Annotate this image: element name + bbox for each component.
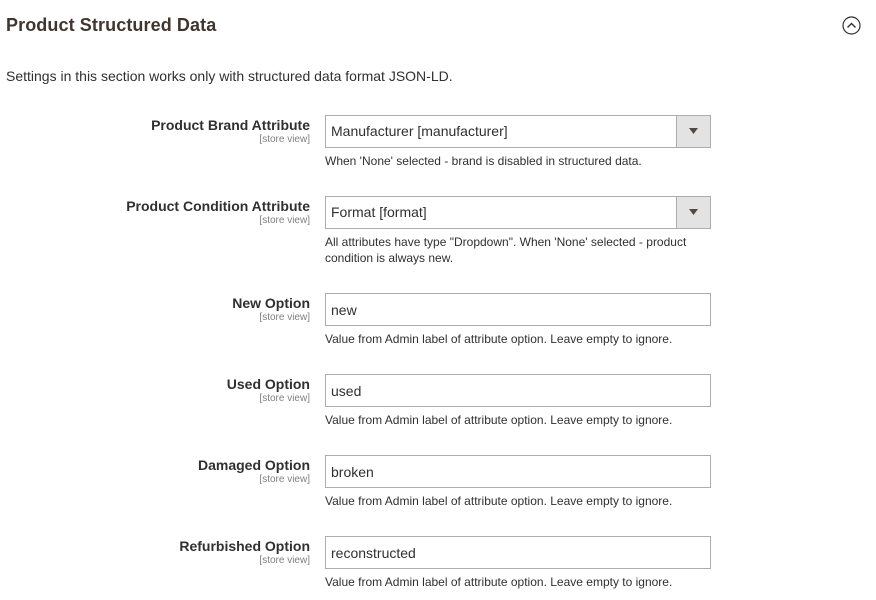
used-option-label: Used Option xyxy=(226,376,310,392)
damaged-option-field-label: Damaged Option [store view] xyxy=(198,457,310,486)
config-page: Product Structured Data Settings in this… xyxy=(0,0,876,600)
condition-note-line1: All attributes have type "Dropdown". Whe… xyxy=(325,235,687,249)
used-option-note: Value from Admin label of attribute opti… xyxy=(325,413,673,427)
refurbished-option-field-label: Refurbished Option [store view] xyxy=(179,538,310,567)
section-title: Product Structured Data xyxy=(6,15,217,35)
new-option-field-label: New Option [store view] xyxy=(232,295,310,324)
condition-note-line2: condition is always new. xyxy=(325,251,454,265)
brand-scope: [store view] xyxy=(259,134,310,145)
brand-select-toggle[interactable] xyxy=(676,116,710,147)
brand-note: When 'None' selected - brand is disabled… xyxy=(325,154,642,168)
refurbished-option-note: Value from Admin label of attribute opti… xyxy=(325,575,673,589)
condition-select-toggle[interactable] xyxy=(676,197,710,228)
section-note: Settings in this section works only with… xyxy=(6,68,453,84)
new-option-note: Value from Admin label of attribute opti… xyxy=(325,332,673,346)
new-option-label: New Option xyxy=(232,295,310,311)
condition-select-value: Format [format] xyxy=(331,204,427,220)
damaged-option-note: Value from Admin label of attribute opti… xyxy=(325,494,673,508)
damaged-option-label: Damaged Option xyxy=(197,457,310,473)
condition-scope: [store view] xyxy=(259,215,310,226)
brand-label: Product Brand Attribute xyxy=(151,117,310,133)
section-header[interactable]: Product Structured Data xyxy=(6,12,866,40)
refurbished-option-input[interactable] xyxy=(325,536,711,569)
new-option-scope: [store view] xyxy=(259,312,310,323)
triangle-down-icon xyxy=(689,209,698,215)
used-option-field-label: Used Option [store view] xyxy=(227,376,310,405)
brand-select-value: Manufacturer [manufacturer] xyxy=(331,123,508,139)
used-option-input[interactable] xyxy=(325,374,711,407)
used-option-scope: [store view] xyxy=(259,393,310,404)
condition-note: All attributes have type "Dropdown". Whe… xyxy=(325,234,720,266)
condition-attribute-select[interactable]: Format [format] xyxy=(325,196,711,229)
triangle-down-icon xyxy=(689,128,698,134)
condition-label: Product Condition Attribute xyxy=(126,198,310,214)
damaged-option-scope: [store view] xyxy=(259,474,310,485)
chevron-up-circle-icon[interactable] xyxy=(842,16,861,35)
brand-attribute-select[interactable]: Manufacturer [manufacturer] xyxy=(325,115,711,148)
new-option-input[interactable] xyxy=(325,293,711,326)
condition-field-label: Product Condition Attribute [store view] xyxy=(126,198,310,227)
refurbished-option-label: Refurbished Option xyxy=(179,538,310,554)
refurbished-option-scope: [store view] xyxy=(259,555,310,566)
damaged-option-input[interactable] xyxy=(325,455,711,488)
brand-field-label: Product Brand Attribute [store view] xyxy=(151,117,310,146)
